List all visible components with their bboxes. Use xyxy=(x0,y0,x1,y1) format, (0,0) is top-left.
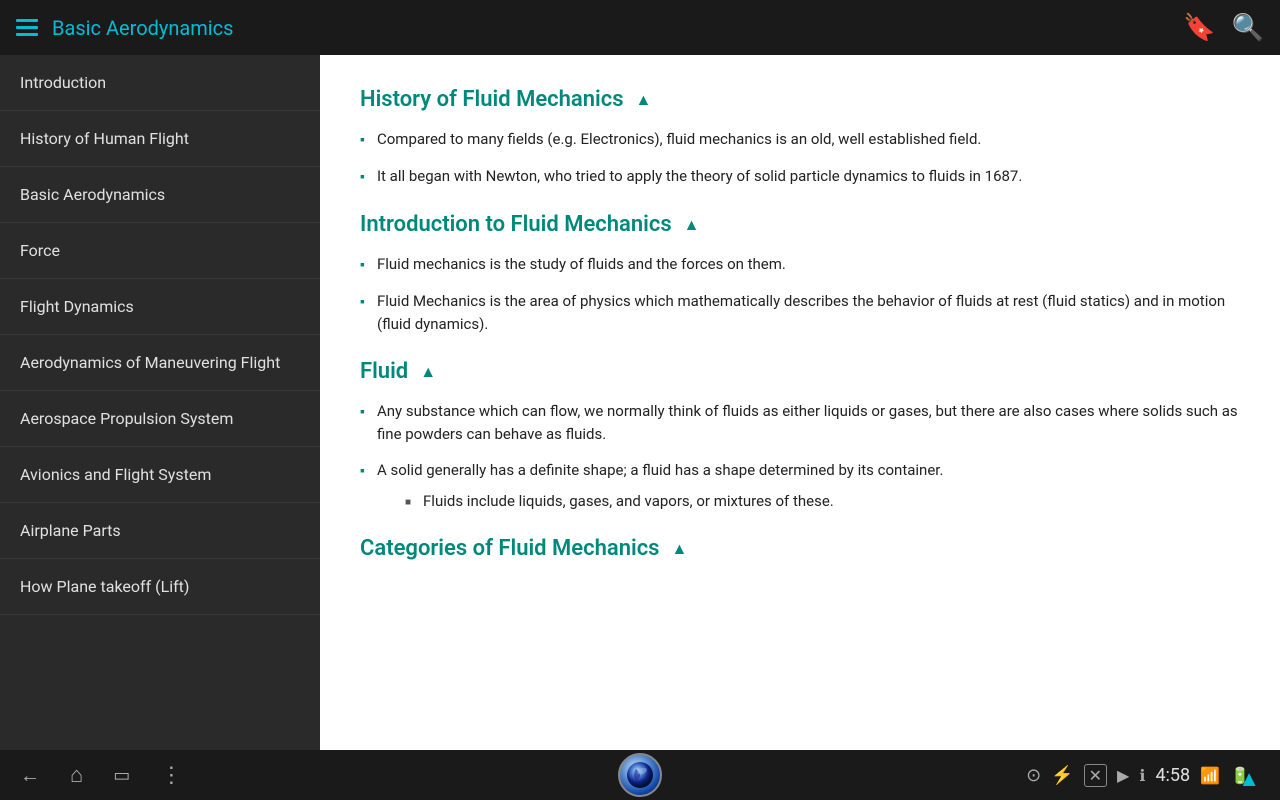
history-fluid-list: ▪ Compared to many fields (e.g. Electron… xyxy=(360,128,1240,188)
play-icon: ▶ xyxy=(1117,766,1129,785)
back-button[interactable]: ← xyxy=(20,763,40,788)
scroll-up-button[interactable]: ▲ xyxy=(1238,766,1260,792)
bookmark-icon[interactable]: 🔖 xyxy=(1183,13,1215,43)
content-area[interactable]: History of Fluid Mechanics ▲ ▪ Compared … xyxy=(320,55,1280,750)
sub-bullet-icon: ■ xyxy=(405,495,411,513)
sidebar-item-airplane-parts[interactable]: Airplane Parts xyxy=(0,503,320,559)
section-categories-fluid-header: Categories of Fluid Mechanics ▲ xyxy=(360,536,1240,561)
sidebar-item-avionics[interactable]: Avionics and Flight System xyxy=(0,447,320,503)
page-title: Basic Aerodynamics xyxy=(52,16,1183,40)
nav-icons: ← ⌂ ▭ ⋮ xyxy=(20,762,182,788)
x-icon: ✕ xyxy=(1084,764,1107,787)
intro-fluid-list: ▪ Fluid mechanics is the study of fluids… xyxy=(360,253,1240,335)
search-icon[interactable]: 🔍 xyxy=(1232,13,1264,43)
collapse-fluid-icon[interactable]: ▲ xyxy=(420,362,436,382)
status-time: 4:58 xyxy=(1155,765,1190,786)
bullet-icon: ▪ xyxy=(360,167,365,188)
sidebar: Introduction History of Human Flight Bas… xyxy=(0,55,320,750)
center-logo xyxy=(618,753,662,797)
android-icon: ⊙ xyxy=(1026,765,1041,786)
logo-svg xyxy=(626,761,654,789)
collapse-intro-fluid-icon[interactable]: ▲ xyxy=(684,215,700,235)
wifi-icon: 📶 xyxy=(1200,766,1220,785)
usb-icon: ⚡ xyxy=(1051,765,1073,786)
list-item: ▪ Any substance which can flow, we norma… xyxy=(360,400,1240,445)
overflow-menu-button[interactable]: ⋮ xyxy=(160,763,182,788)
bottombar: ← ⌂ ▭ ⋮ ⊙ ⚡ ✕ xyxy=(0,750,1280,800)
bullet-icon: ▪ xyxy=(360,130,365,151)
collapse-categories-fluid-icon[interactable]: ▲ xyxy=(671,539,687,559)
sidebar-item-takeoff[interactable]: How Plane takeoff (Lift) xyxy=(0,559,320,615)
bullet-icon: ▪ xyxy=(360,461,365,512)
bullet-icon: ▪ xyxy=(360,292,365,335)
section-history-fluid-title: History of Fluid Mechanics xyxy=(360,87,624,112)
info-icon: ℹ xyxy=(1139,766,1145,785)
fluid-list: ▪ Any substance which can flow, we norma… xyxy=(360,400,1240,512)
section-intro-fluid-title: Introduction to Fluid Mechanics xyxy=(360,212,672,237)
main-layout: Introduction History of Human Flight Bas… xyxy=(0,55,1280,750)
bullet-icon: ▪ xyxy=(360,402,365,445)
section-fluid-header: Fluid ▲ xyxy=(360,359,1240,384)
sidebar-item-flight-dynamics[interactable]: Flight Dynamics xyxy=(0,279,320,335)
sidebar-item-propulsion[interactable]: Aerospace Propulsion System xyxy=(0,391,320,447)
topbar: Basic Aerodynamics 🔖 🔍 xyxy=(0,0,1280,55)
section-fluid-title: Fluid xyxy=(360,359,408,384)
status-area: ⊙ ⚡ ✕ ▶ ℹ 4:58 📶 🔋 xyxy=(1026,764,1260,787)
home-button[interactable]: ⌂ xyxy=(70,762,83,788)
sidebar-item-force[interactable]: Force xyxy=(0,223,320,279)
menu-icon[interactable] xyxy=(16,19,38,36)
list-item: ▪ Compared to many fields (e.g. Electron… xyxy=(360,128,1240,151)
list-item: ▪ Fluid Mechanics is the area of physics… xyxy=(360,290,1240,335)
collapse-history-fluid-icon[interactable]: ▲ xyxy=(636,90,652,110)
list-item: ▪ A solid generally has a definite shape… xyxy=(360,459,1240,512)
section-categories-fluid-title: Categories of Fluid Mechanics xyxy=(360,536,659,561)
list-item: ▪ Fluid mechanics is the study of fluids… xyxy=(360,253,1240,276)
sidebar-item-basic-aerodynamics[interactable]: Basic Aerodynamics xyxy=(0,167,320,223)
sidebar-item-maneuvering-flight[interactable]: Aerodynamics of Maneuvering Flight xyxy=(0,335,320,391)
list-item: ▪ It all began with Newton, who tried to… xyxy=(360,165,1240,188)
sidebar-item-history-human-flight[interactable]: History of Human Flight xyxy=(0,111,320,167)
recents-button[interactable]: ▭ xyxy=(113,765,130,786)
section-intro-fluid-header: Introduction to Fluid Mechanics ▲ xyxy=(360,212,1240,237)
bullet-icon: ▪ xyxy=(360,255,365,276)
sidebar-item-introduction[interactable]: Introduction xyxy=(0,55,320,111)
sub-bullet: ■ Fluids include liquids, gases, and vap… xyxy=(405,490,943,513)
section-history-fluid-header: History of Fluid Mechanics ▲ xyxy=(360,87,1240,112)
